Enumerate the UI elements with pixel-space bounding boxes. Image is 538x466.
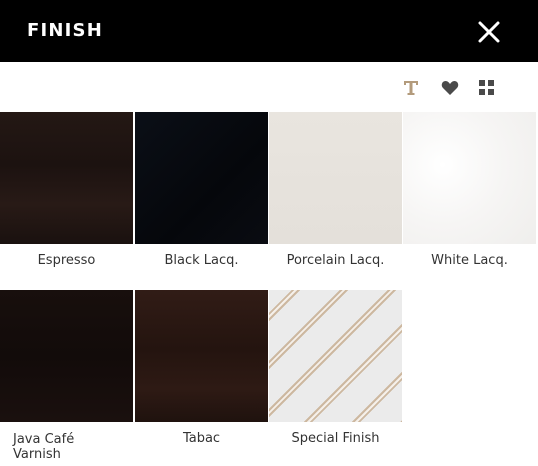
swatch-tile <box>269 112 402 244</box>
panel-title: FINISH <box>27 20 103 41</box>
grid-icon <box>479 80 494 95</box>
swatch-label: Special Finish <box>291 431 380 446</box>
swatch-black-lacq[interactable]: Black Lacq. <box>135 112 268 268</box>
text-view-button[interactable] <box>401 78 421 98</box>
swatch-label: Porcelain Lacq. <box>286 253 385 268</box>
swatch-tile <box>0 290 133 422</box>
swatch-tile <box>135 112 268 244</box>
swatch-java-cafe-varnish[interactable]: Java Café Varnish <box>0 290 133 462</box>
swatch-label: Black Lacq. <box>164 253 239 268</box>
swatch-label: Espresso <box>37 253 96 268</box>
panel-header: FINISH <box>0 0 538 62</box>
close-icon <box>478 21 500 43</box>
swatch-tabac[interactable]: Tabac <box>135 290 268 446</box>
heart-icon <box>441 81 459 95</box>
swatch-white-lacq[interactable]: White Lacq. <box>403 112 536 268</box>
swatch-porcelain-lacq[interactable]: Porcelain Lacq. <box>269 112 402 268</box>
favorites-button[interactable] <box>440 78 460 98</box>
swatch-label: White Lacq. <box>431 253 508 268</box>
swatch-tile <box>0 112 133 244</box>
swatch-espresso[interactable]: Espresso <box>0 112 133 268</box>
swatch-tile <box>269 290 402 422</box>
grid-view-button[interactable] <box>477 78 497 98</box>
text-icon <box>404 81 418 95</box>
close-button[interactable] <box>475 18 503 46</box>
swatch-label: Java Café Varnish <box>13 432 75 462</box>
swatch-label: Tabac <box>182 431 221 446</box>
swatch-tile <box>403 112 536 244</box>
swatch-tile <box>135 290 268 422</box>
swatch-special-finish[interactable]: Special Finish <box>269 290 402 446</box>
